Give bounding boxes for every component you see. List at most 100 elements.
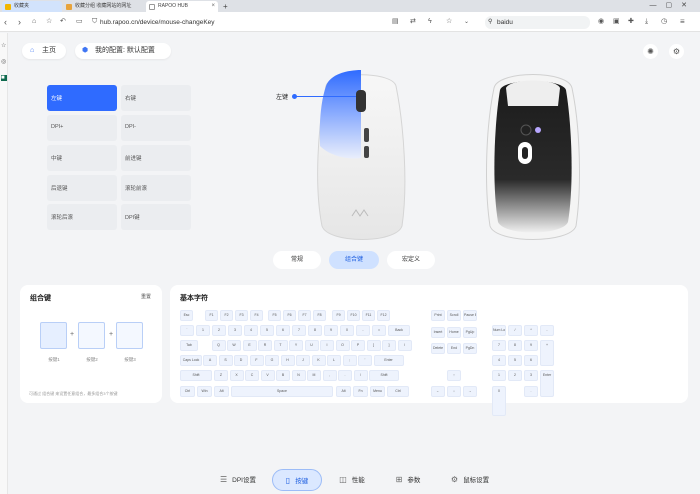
keyboard-key[interactable]: F1 bbox=[205, 310, 218, 321]
keyboard-key[interactable]: - bbox=[356, 325, 370, 336]
keyboard-key[interactable]: F11 bbox=[362, 310, 375, 321]
browser-tab[interactable]: 收藏夹 bbox=[2, 1, 62, 12]
keyboard-key[interactable]: ↑ bbox=[447, 370, 461, 381]
keyboard-key[interactable]: / bbox=[353, 370, 368, 381]
back-icon[interactable]: ‹ bbox=[4, 15, 7, 29]
maximize-icon[interactable]: ▢ bbox=[666, 2, 682, 9]
keyboard-key[interactable]: 0 bbox=[492, 386, 506, 416]
keyboard-key[interactable]: Num Lock bbox=[492, 325, 506, 336]
keyboard-key[interactable]: Pause Break bbox=[463, 310, 477, 321]
keyboard-key[interactable]: \ bbox=[397, 340, 412, 351]
keyboard-key[interactable]: F6 bbox=[283, 310, 296, 321]
keyboard-key[interactable]: K bbox=[311, 355, 326, 366]
star-icon[interactable]: ☆ bbox=[1, 43, 7, 49]
button-back[interactable]: 后退键 bbox=[47, 175, 117, 201]
combo-reset-button[interactable]: 重置 bbox=[141, 293, 151, 300]
button-middle[interactable]: 中键 bbox=[47, 145, 117, 171]
close-window-icon[interactable]: ✕ bbox=[681, 2, 696, 9]
keyboard-key[interactable]: PgUp bbox=[463, 327, 477, 338]
keyboard-key[interactable]: B bbox=[276, 370, 290, 381]
keyboard-key[interactable]: End bbox=[447, 343, 461, 354]
keyboard-key[interactable]: . bbox=[338, 370, 352, 381]
keyboard-key[interactable]: 5 bbox=[508, 355, 522, 366]
keyboard-key[interactable]: Menu bbox=[370, 386, 385, 397]
keyboard-key[interactable]: 4 bbox=[492, 355, 506, 366]
keyboard-key[interactable]: Fn bbox=[353, 386, 368, 397]
keyboard-key[interactable]: S bbox=[218, 355, 233, 366]
mouse-top-view[interactable] bbox=[308, 66, 414, 244]
keyboard-key[interactable]: J bbox=[296, 355, 310, 366]
dropdown-icon[interactable]: ⌄ bbox=[464, 15, 469, 29]
keyboard-key[interactable]: Print bbox=[431, 310, 445, 321]
keyboard-key[interactable]: C bbox=[245, 370, 259, 381]
browser-tab[interactable]: 收藏分组 收藏网站的网址 bbox=[63, 1, 145, 12]
keyboard-key[interactable]: Ctrl bbox=[180, 386, 195, 397]
keyboard-key[interactable]: R bbox=[258, 340, 272, 351]
keyboard-key[interactable]: 3 bbox=[524, 370, 538, 381]
keyboard-key[interactable]: F2 bbox=[220, 310, 233, 321]
button-scroll-down[interactable]: 滚轮后滚 bbox=[47, 204, 117, 230]
extension-icon[interactable]: ✚ bbox=[628, 15, 634, 29]
keyboard-key[interactable]: 6 bbox=[524, 355, 538, 366]
keyboard-key[interactable]: . bbox=[524, 386, 538, 397]
keyboard-key[interactable]: F8 bbox=[313, 310, 326, 321]
keyboard-key[interactable]: Alt bbox=[336, 386, 351, 397]
keyboard-key[interactable]: Enter bbox=[540, 370, 554, 397]
keyboard-key[interactable]: F7 bbox=[298, 310, 311, 321]
keyboard-key[interactable]: H bbox=[280, 355, 295, 366]
keyboard-key[interactable]: P bbox=[351, 340, 365, 351]
button-scroll-up[interactable]: 滚轮前滚 bbox=[121, 175, 191, 201]
reader-icon[interactable]: ▤ bbox=[392, 15, 399, 29]
keyboard-key[interactable]: Alt bbox=[214, 386, 229, 397]
keyboard-key[interactable]: F bbox=[249, 355, 264, 366]
button-dpi[interactable]: DPI键 bbox=[121, 204, 191, 230]
keyboard-key[interactable]: Z bbox=[214, 370, 228, 381]
keyboard-key[interactable]: ← bbox=[431, 386, 445, 397]
keyboard-key[interactable]: F10 bbox=[347, 310, 360, 321]
keyboard-key[interactable]: Space bbox=[231, 386, 333, 397]
keyboard-key[interactable]: Y bbox=[289, 340, 303, 351]
app-icon[interactable]: ■ bbox=[1, 75, 7, 81]
keyboard-key[interactable]: O bbox=[335, 340, 350, 351]
combo-slot-2[interactable] bbox=[78, 322, 105, 349]
mode-combo[interactable]: 组合键 bbox=[329, 251, 379, 269]
keyboard-key[interactable]: / bbox=[508, 325, 522, 336]
button-forward[interactable]: 前进键 bbox=[121, 145, 191, 171]
star-icon[interactable]: ☆ bbox=[446, 15, 452, 29]
button-left[interactable]: 左键 bbox=[47, 85, 117, 111]
keyboard-key[interactable]: Ctrl bbox=[387, 386, 409, 397]
keyboard-key[interactable]: Home bbox=[447, 327, 461, 338]
keyboard-key[interactable]: ; bbox=[342, 355, 357, 366]
keyboard-key[interactable]: Q bbox=[211, 340, 226, 351]
keyboard-key[interactable]: 2 bbox=[508, 370, 522, 381]
keyboard-key[interactable]: F3 bbox=[235, 310, 248, 321]
keyboard-key[interactable]: Caps Lock bbox=[180, 355, 202, 366]
keyboard-key[interactable]: L bbox=[327, 355, 341, 366]
keyboard-key[interactable]: 9 bbox=[324, 325, 338, 336]
button-dpi-minus[interactable]: DPI- bbox=[121, 115, 191, 141]
nav-dpi-settings[interactable]: ☰ DPI设置 bbox=[208, 469, 268, 491]
keyboard-key[interactable]: U bbox=[304, 340, 319, 351]
keyboard-key[interactable]: G bbox=[265, 355, 279, 366]
keyboard-key[interactable]: I bbox=[320, 340, 334, 351]
keyboard-key[interactable]: 7 bbox=[492, 340, 506, 351]
screenshot-icon[interactable]: ◉ bbox=[598, 15, 604, 29]
keyboard-key[interactable]: 1 bbox=[492, 370, 506, 381]
keyboard-key[interactable]: X bbox=[229, 370, 244, 381]
keyboard-key[interactable]: F5 bbox=[268, 310, 281, 321]
nav-buttons[interactable]: ▯ 按键 bbox=[272, 469, 322, 491]
keyboard-key[interactable]: M bbox=[307, 370, 321, 381]
keyboard-key[interactable]: 3 bbox=[228, 325, 242, 336]
keyboard-key[interactable]: PgDn bbox=[463, 343, 477, 354]
keyboard-key[interactable]: ` bbox=[180, 325, 194, 336]
tabs-icon[interactable]: ▭ bbox=[76, 15, 83, 29]
search-box[interactable]: ⚲ baidu bbox=[485, 16, 590, 29]
keyboard-key[interactable]: 8 bbox=[308, 325, 322, 336]
keyboard-key[interactable]: 9 bbox=[524, 340, 538, 351]
keyboard-key[interactable]: , bbox=[322, 370, 337, 381]
nav-performance[interactable]: ◫ 性能 bbox=[327, 469, 377, 491]
minimize-icon[interactable]: — bbox=[650, 2, 666, 9]
keyboard-key[interactable]: Back bbox=[388, 325, 410, 336]
keyboard-key[interactable]: 1 bbox=[196, 325, 210, 336]
download-icon[interactable]: ⤓ bbox=[645, 15, 648, 29]
